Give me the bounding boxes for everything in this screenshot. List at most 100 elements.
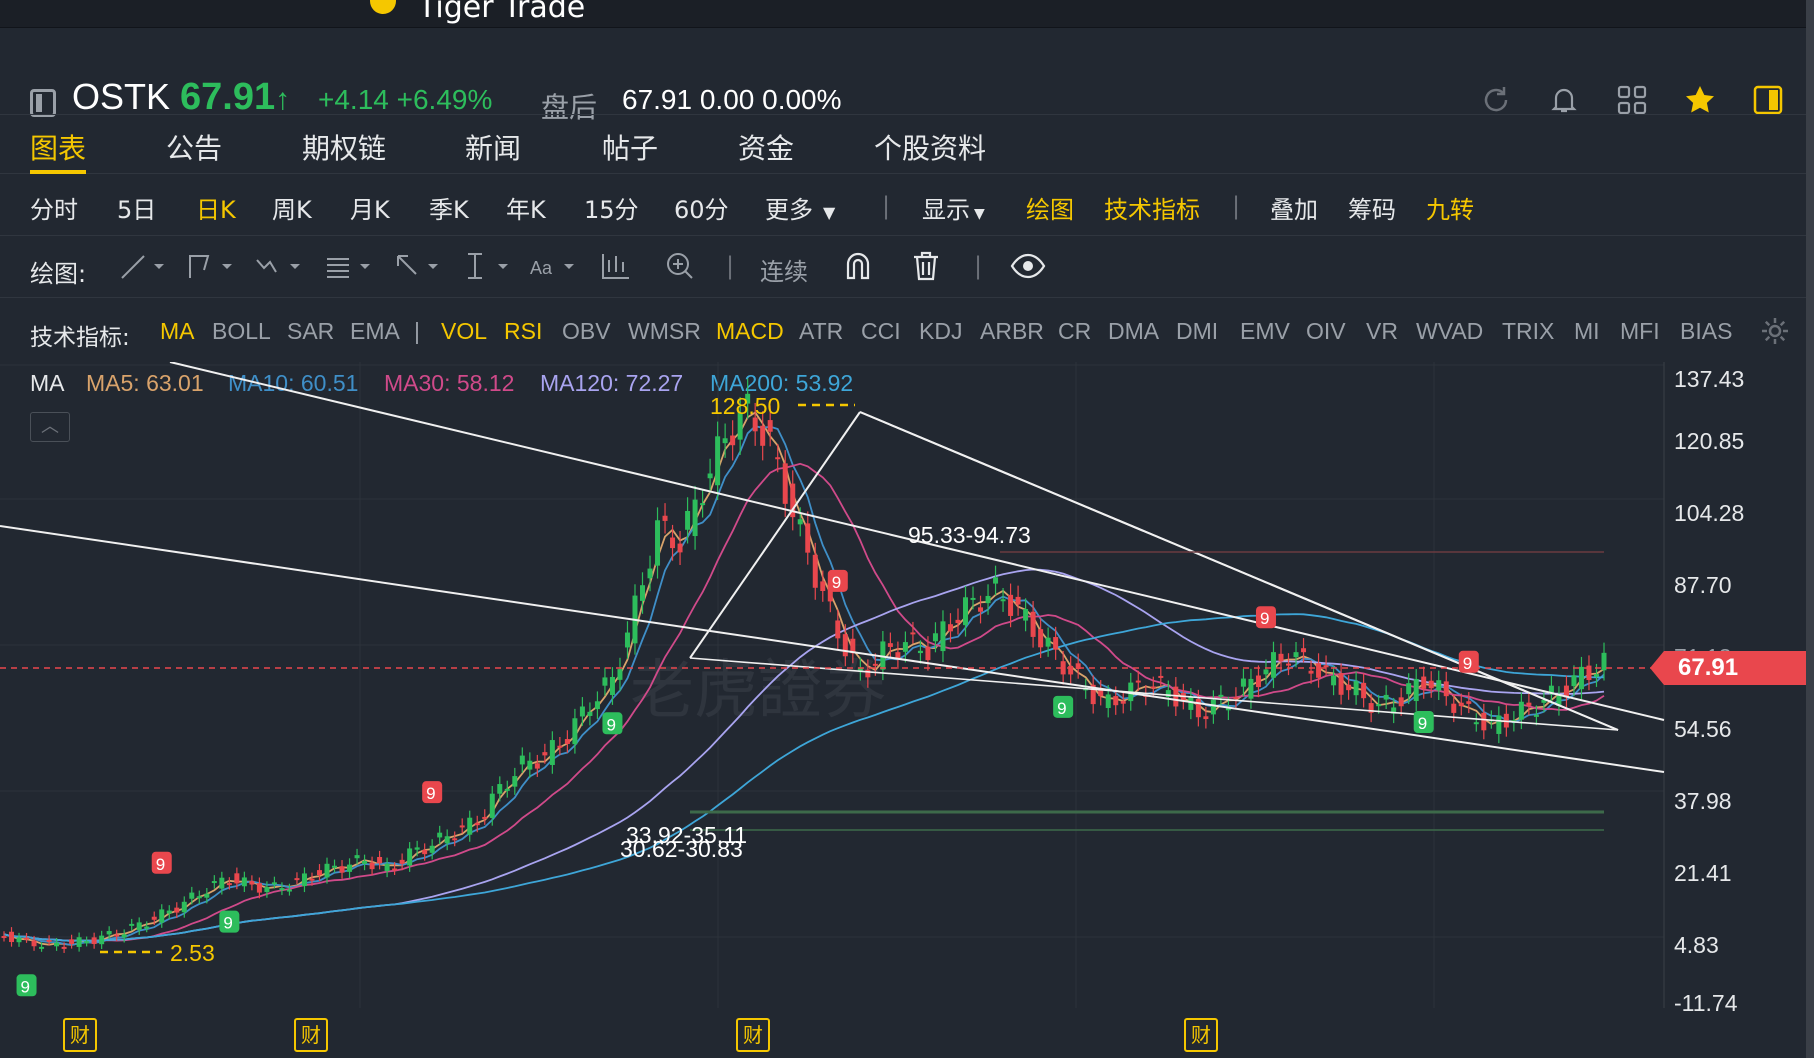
- earnings-marker[interactable]: 财: [63, 1018, 97, 1052]
- candle-body: [99, 935, 105, 945]
- grid-icon[interactable]: [1616, 84, 1648, 116]
- earnings-marker[interactable]: 财: [294, 1018, 328, 1052]
- candle-body: [286, 889, 292, 892]
- candle-body: [609, 676, 615, 696]
- indicator-atr[interactable]: ATR: [799, 318, 843, 345]
- indicator-ema[interactable]: EMA: [350, 318, 400, 345]
- indicator-arbr[interactable]: ARBR: [980, 318, 1044, 345]
- measure-tool-icon[interactable]: [462, 250, 514, 282]
- tab-announcements[interactable]: 公告: [166, 127, 222, 167]
- period-daily[interactable]: 日K: [196, 190, 236, 225]
- refresh-icon[interactable]: [1480, 84, 1512, 116]
- candle-body: [767, 420, 773, 432]
- indicator-trix[interactable]: TRIX: [1502, 318, 1554, 345]
- candle-body: [279, 888, 285, 891]
- tab-profile[interactable]: 个股资料: [874, 127, 986, 167]
- candle-body: [1451, 703, 1457, 713]
- indicator-boll[interactable]: BOLL: [212, 318, 271, 345]
- arrow-tool-icon[interactable]: [392, 250, 444, 282]
- sidebar-toggle-icon[interactable]: [30, 89, 56, 117]
- candle-body: [835, 620, 841, 639]
- period-quarterly[interactable]: 季K: [429, 190, 469, 225]
- candle-body: [332, 865, 338, 868]
- path-tool-icon[interactable]: [186, 250, 238, 282]
- display-dropdown[interactable]: 显示 ▼: [922, 190, 985, 225]
- candle-body: [805, 523, 811, 553]
- gear-icon[interactable]: [1760, 316, 1790, 346]
- indicator-cci[interactable]: CCI: [861, 318, 901, 345]
- earnings-marker[interactable]: 财: [736, 1018, 770, 1052]
- overlay-button[interactable]: 叠加: [1270, 190, 1318, 225]
- text-tool-icon[interactable]: Aa: [528, 250, 580, 282]
- candle-body: [467, 817, 473, 835]
- indicator-macd[interactable]: MACD: [716, 318, 784, 345]
- nine-marker-label: 9: [223, 914, 232, 933]
- candle-body: [512, 776, 518, 787]
- candle-body: [1481, 712, 1487, 731]
- indicator-oiv[interactable]: OIV: [1306, 318, 1346, 345]
- panel-icon[interactable]: [1752, 84, 1784, 116]
- candle-body: [1601, 652, 1607, 671]
- nine-turn-button[interactable]: 九转: [1426, 190, 1474, 225]
- period-yearly[interactable]: 年K: [506, 190, 546, 225]
- indicator-dma[interactable]: DMA: [1108, 318, 1159, 345]
- chips-button[interactable]: 筹码: [1348, 190, 1396, 225]
- fib-tool-icon[interactable]: [324, 250, 376, 282]
- bell-icon[interactable]: [1548, 84, 1580, 116]
- period-weekly[interactable]: 周K: [272, 190, 312, 225]
- period-intraday[interactable]: 分时: [30, 190, 78, 225]
- candle-tool-icon[interactable]: [600, 250, 632, 282]
- candle-body: [842, 634, 848, 657]
- tab-posts[interactable]: 帖子: [602, 127, 658, 167]
- price-chart[interactable]: 老虎證券 9 9 9 9 9 9 9 9 9 9: [0, 362, 1814, 1008]
- candle-body: [1428, 680, 1434, 689]
- tab-capital[interactable]: 资金: [738, 127, 794, 167]
- candle-body: [1338, 673, 1344, 695]
- indicator-wvad[interactable]: WVAD: [1416, 318, 1483, 345]
- indicator-vr[interactable]: VR: [1366, 318, 1398, 345]
- indicators-toggle[interactable]: 技术指标: [1104, 190, 1200, 225]
- tab-chart[interactable]: 图表: [30, 127, 86, 167]
- indicator-dmi[interactable]: DMI: [1176, 318, 1218, 345]
- period-60min[interactable]: 60分: [674, 190, 729, 225]
- divider: |: [726, 252, 735, 280]
- indicator-cr[interactable]: CR: [1058, 318, 1091, 345]
- chevron-down-icon: ▼: [823, 203, 836, 222]
- line-tool-icon[interactable]: [118, 250, 170, 282]
- period-5day[interactable]: 5日: [117, 190, 156, 225]
- candle-body: [775, 457, 781, 460]
- indicator-rsi[interactable]: RSI: [504, 318, 542, 345]
- indicator-sar[interactable]: SAR: [287, 318, 334, 345]
- continuous-toggle[interactable]: 连续: [760, 252, 808, 287]
- tab-news[interactable]: 新闻: [465, 127, 521, 167]
- draw-toggle[interactable]: 绘图: [1026, 190, 1074, 225]
- eye-icon[interactable]: [1010, 250, 1046, 282]
- indicator-obv[interactable]: OBV: [562, 318, 611, 345]
- divider: |: [414, 318, 420, 344]
- tab-options-chain[interactable]: 期权链: [302, 127, 386, 167]
- earnings-marker[interactable]: 财: [1184, 1018, 1218, 1052]
- indicator-mfi[interactable]: MFI: [1620, 318, 1660, 345]
- magnet-icon[interactable]: [842, 250, 874, 282]
- indicator-mi[interactable]: MI: [1574, 318, 1600, 345]
- period-monthly[interactable]: 月K: [350, 190, 390, 225]
- period-more-dropdown[interactable]: 更多 ▼: [765, 190, 835, 225]
- indicator-emv[interactable]: EMV: [1240, 318, 1290, 345]
- indicator-bias[interactable]: BIAS: [1680, 318, 1732, 345]
- title-bar: Tiger Trade: [0, 0, 1814, 28]
- candle-body: [1105, 694, 1111, 709]
- indicator-kdj[interactable]: KDJ: [919, 318, 962, 345]
- period-15min[interactable]: 15分: [584, 190, 639, 225]
- indicator-ma[interactable]: MA: [160, 318, 195, 345]
- indicator-vol[interactable]: VOL: [441, 318, 487, 345]
- candle-body: [670, 537, 676, 549]
- trash-icon[interactable]: [910, 250, 942, 282]
- divider: |: [974, 252, 983, 280]
- zoom-icon[interactable]: [664, 250, 696, 282]
- wave-tool-icon[interactable]: [254, 250, 306, 282]
- star-icon[interactable]: [1684, 84, 1716, 116]
- indicator-wmsr[interactable]: WMSR: [628, 318, 701, 345]
- up-arrow-icon: ↑: [275, 83, 291, 116]
- candle-body: [602, 677, 608, 686]
- candle-body: [557, 745, 563, 748]
